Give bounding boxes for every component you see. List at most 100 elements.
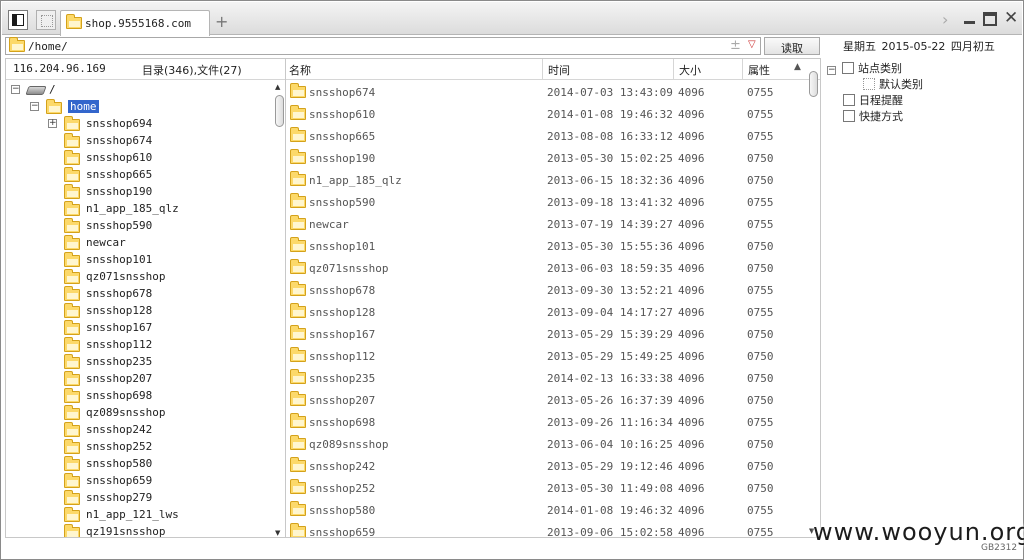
tree-item[interactable]: snsshop580 bbox=[6, 455, 272, 472]
tree-item[interactable]: n1_app_185_qlz bbox=[6, 200, 272, 217]
tree-scroll-thumb[interactable] bbox=[275, 95, 284, 127]
collapse-icon[interactable]: − bbox=[30, 102, 39, 111]
tree-item[interactable]: snsshop101 bbox=[6, 251, 272, 268]
tree-item-label: qz089snsshop bbox=[86, 406, 166, 419]
site-panel-item[interactable]: 日程提醒 bbox=[843, 92, 903, 108]
tree-item[interactable]: snsshop128 bbox=[6, 302, 272, 319]
tree-item[interactable]: − home bbox=[6, 98, 272, 115]
collapse-icon[interactable]: − bbox=[11, 85, 20, 94]
table-row[interactable]: newcar 2013-07-19 14:39:27 4096 0755 bbox=[286, 213, 806, 235]
table-row[interactable]: snsshop207 2013-05-26 16:37:39 4096 0750 bbox=[286, 389, 806, 411]
table-row[interactable]: snsshop242 2013-05-29 19:12:46 4096 0750 bbox=[286, 455, 806, 477]
tree-item[interactable]: newcar bbox=[6, 234, 272, 251]
tree-item[interactable]: snsshop207 bbox=[6, 370, 272, 387]
cell-attr: 0755 bbox=[747, 284, 774, 297]
column-name[interactable]: 名称 bbox=[289, 62, 311, 78]
column-attr[interactable]: 属性 bbox=[748, 62, 770, 78]
tree-item[interactable]: snsshop659 bbox=[6, 472, 272, 489]
table-row[interactable]: qz071snsshop 2013-06-03 18:59:35 4096 0750 bbox=[286, 257, 806, 279]
cell-size: 4096 bbox=[678, 240, 705, 253]
tree-item[interactable]: snsshop610 bbox=[6, 149, 272, 166]
table-row[interactable]: snsshop235 2014-02-13 16:33:38 4096 0750 bbox=[286, 367, 806, 389]
table-row[interactable]: snsshop659 2013-09-06 15:02:58 4096 0755 bbox=[286, 521, 806, 537]
tree-item[interactable]: snsshop674 bbox=[6, 132, 272, 149]
tree-item[interactable]: snsshop112 bbox=[6, 336, 272, 353]
table-row[interactable]: snsshop580 2014-01-08 19:46:32 4096 0755 bbox=[286, 499, 806, 521]
tree-item[interactable]: snsshop665 bbox=[6, 166, 272, 183]
tree-item[interactable]: qz071snsshop bbox=[6, 268, 272, 285]
table-row[interactable]: snsshop112 2013-05-29 15:49:25 4096 0750 bbox=[286, 345, 806, 367]
site-panel-item[interactable]: − 站点类别 bbox=[827, 60, 902, 76]
cell-name: snsshop207 bbox=[309, 394, 376, 407]
encoding-label: GB2312 bbox=[981, 543, 1018, 553]
site-panel: − 站点类别 默认类别 日程提醒 快捷方式 bbox=[823, 58, 1021, 538]
cell-size: 4096 bbox=[678, 350, 705, 363]
table-row[interactable]: snsshop128 2013-09-04 14:17:27 4096 0755 bbox=[286, 301, 806, 323]
chevron-down-icon[interactable]: ▽ bbox=[748, 39, 756, 50]
minimize-icon[interactable] bbox=[964, 10, 976, 26]
close-icon[interactable]: ✕ bbox=[1004, 8, 1018, 28]
table-row[interactable]: snsshop190 2013-05-30 15:02:25 4096 0750 bbox=[286, 147, 806, 169]
sort-up-icon[interactable]: ▲ bbox=[794, 62, 801, 72]
site-panel-item[interactable]: 默认类别 bbox=[863, 76, 923, 92]
table-row[interactable]: snsshop252 2013-05-30 11:49:08 4096 0750 bbox=[286, 477, 806, 499]
tree-item[interactable]: snsshop167 bbox=[6, 319, 272, 336]
panel-toggle-icon[interactable] bbox=[8, 10, 28, 30]
table-row[interactable]: snsshop698 2013-09-26 11:16:34 4096 0755 bbox=[286, 411, 806, 433]
tree-item[interactable]: snsshop190 bbox=[6, 183, 272, 200]
address-input[interactable]: /home/ ± ▽ bbox=[5, 37, 761, 55]
table-row[interactable]: qz089snsshop 2013-06-04 10:16:25 4096 0750 bbox=[286, 433, 806, 455]
tree-item[interactable]: qz089snsshop bbox=[6, 404, 272, 421]
table-row[interactable]: snsshop101 2013-05-30 15:55:36 4096 0750 bbox=[286, 235, 806, 257]
cell-size: 4096 bbox=[678, 416, 705, 429]
tab-active[interactable]: shop.9555168.com bbox=[60, 10, 210, 36]
tree-item-label: snsshop252 bbox=[86, 440, 153, 453]
tree-item[interactable]: snsshop698 bbox=[6, 387, 272, 404]
tree-scrollbar[interactable]: ▲ ▼ bbox=[274, 81, 284, 537]
blank-tab-icon[interactable] bbox=[36, 10, 56, 30]
bookmark-plus-icon[interactable]: ± bbox=[730, 38, 741, 53]
tree-item[interactable]: snsshop252 bbox=[6, 438, 272, 455]
cell-name: snsshop128 bbox=[309, 306, 376, 319]
tab-title: shop.9555168.com bbox=[85, 17, 191, 30]
table-row[interactable]: snsshop590 2013-09-18 13:41:32 4096 0755 bbox=[286, 191, 806, 213]
tree-item[interactable]: snsshop242 bbox=[6, 421, 272, 438]
folder-icon bbox=[290, 501, 306, 516]
tree-item-label: qz191snsshop bbox=[86, 525, 166, 538]
column-size[interactable]: 大小 bbox=[679, 62, 701, 78]
tree-item[interactable]: snsshop590 bbox=[6, 217, 272, 234]
scroll-up-icon[interactable]: ▲ bbox=[275, 83, 280, 91]
list-scroll-thumb[interactable] bbox=[809, 71, 818, 97]
tree-item[interactable]: snsshop279 bbox=[6, 489, 272, 506]
column-time[interactable]: 时间 bbox=[548, 62, 570, 78]
read-button[interactable]: 读取 bbox=[764, 37, 820, 55]
list-scrollbar[interactable]: ▼ bbox=[808, 69, 818, 535]
table-row[interactable]: snsshop167 2013-05-29 15:39:29 4096 0750 bbox=[286, 323, 806, 345]
tree-item[interactable]: n1_app_121_lws bbox=[6, 506, 272, 523]
folder-icon bbox=[64, 303, 80, 318]
table-row[interactable]: snsshop674 2014-07-03 13:43:09 4096 0755 bbox=[286, 81, 806, 103]
table-row[interactable]: snsshop665 2013-08-08 16:33:12 4096 0755 bbox=[286, 125, 806, 147]
tree-item[interactable]: snsshop678 bbox=[6, 285, 272, 302]
table-row[interactable]: n1_app_185_qlz 2013-06-15 18:32:36 4096 075… bbox=[286, 169, 806, 191]
table-row[interactable]: snsshop610 2014-01-08 19:46:32 4096 0755 bbox=[286, 103, 806, 125]
folder-icon bbox=[290, 149, 306, 164]
table-row[interactable]: snsshop678 2013-09-30 13:52:21 4096 0755 bbox=[286, 279, 806, 301]
new-tab-plus-icon[interactable]: + bbox=[215, 12, 228, 31]
tree-item[interactable]: + snsshop694 bbox=[6, 115, 272, 132]
cell-attr: 0750 bbox=[747, 482, 774, 495]
folder-icon bbox=[64, 286, 80, 301]
cell-size: 4096 bbox=[678, 284, 705, 297]
maximize-icon[interactable] bbox=[983, 12, 997, 26]
tree-item[interactable]: qz191snsshop bbox=[6, 523, 272, 538]
cell-attr: 0750 bbox=[747, 394, 774, 407]
tree-item[interactable]: − / bbox=[6, 81, 272, 98]
chevron-right-icon[interactable]: › bbox=[942, 10, 948, 29]
collapse-icon[interactable]: − bbox=[827, 66, 836, 75]
site-panel-item[interactable]: 快捷方式 bbox=[843, 108, 903, 124]
expand-icon[interactable]: + bbox=[48, 119, 57, 128]
tree-item[interactable]: snsshop235 bbox=[6, 353, 272, 370]
cell-name: snsshop167 bbox=[309, 328, 376, 341]
scroll-down-icon[interactable]: ▼ bbox=[275, 529, 280, 537]
folder-icon bbox=[290, 391, 306, 406]
